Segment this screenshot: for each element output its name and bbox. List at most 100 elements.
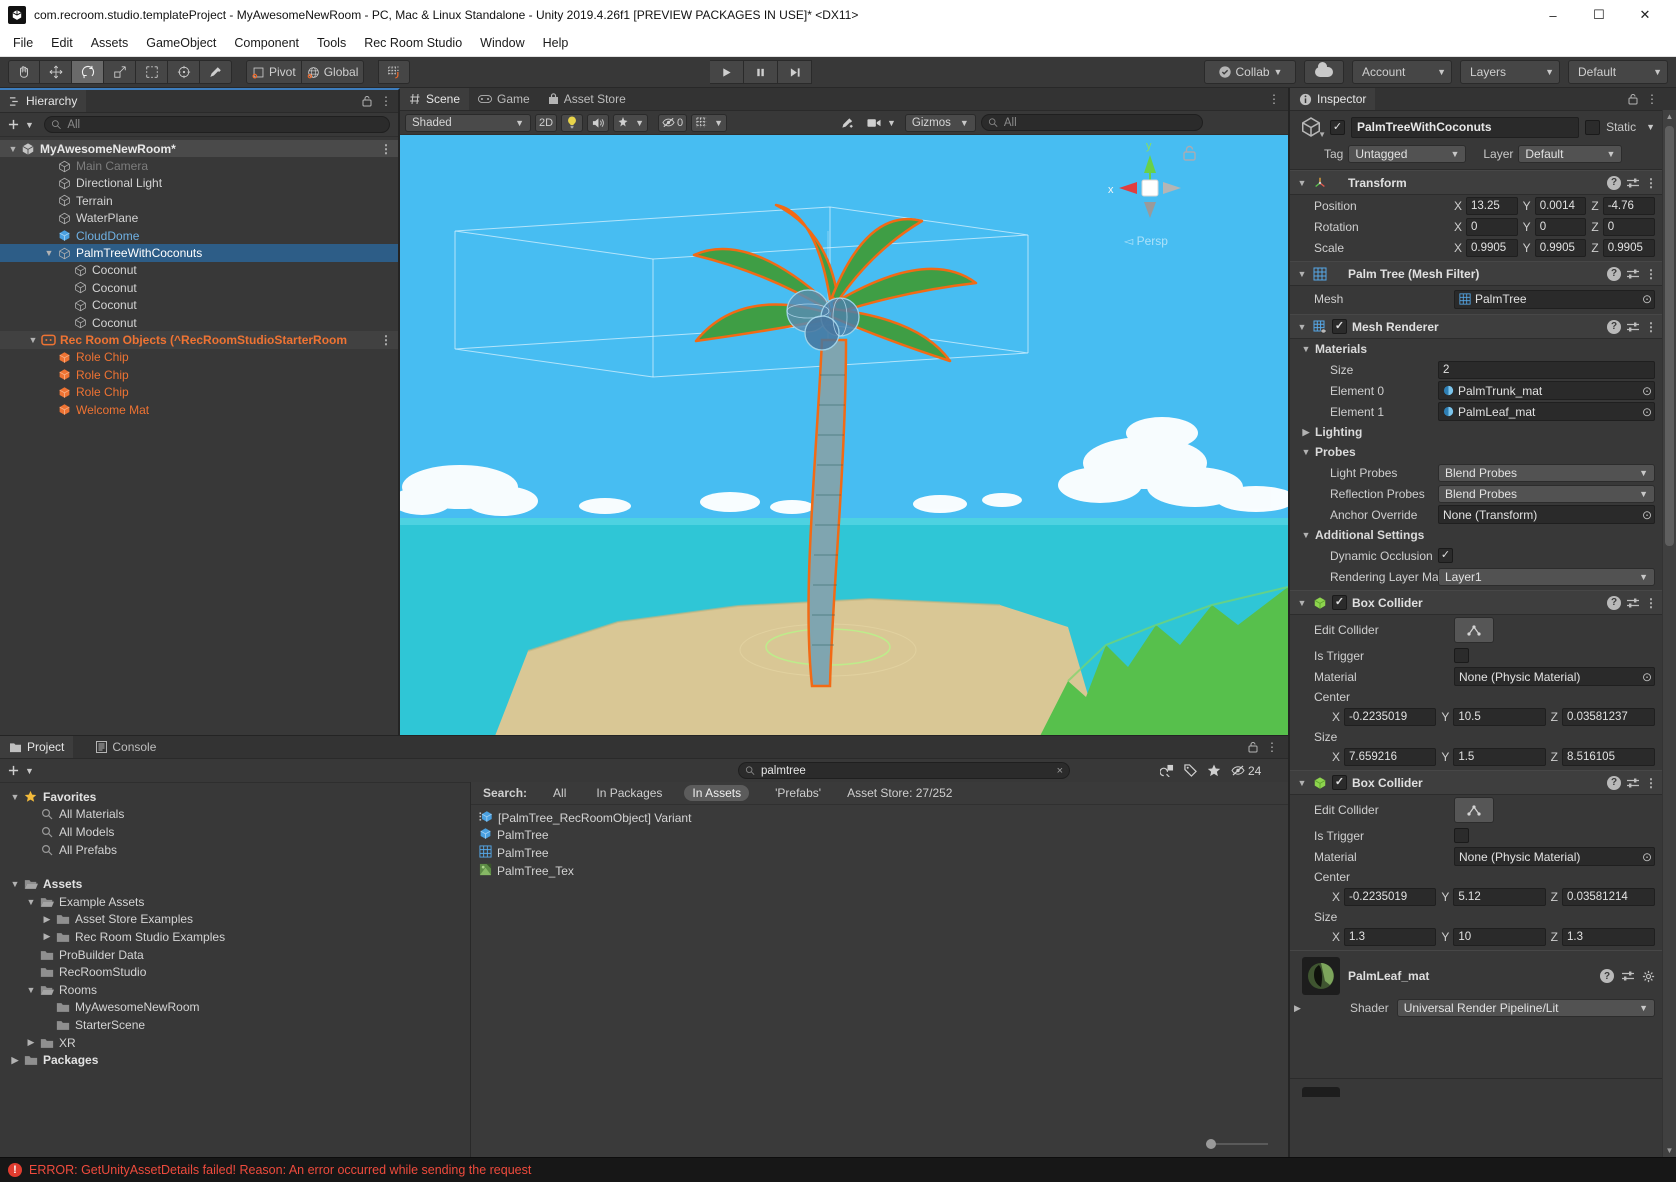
help-icon[interactable]: ? [1607, 176, 1621, 190]
light-probes-dropdown[interactable]: Blend Probes▼ [1438, 464, 1655, 482]
tag-dropdown[interactable]: Untagged▼ [1348, 145, 1466, 163]
lock-icon[interactable] [1628, 93, 1638, 105]
static-dropdown-icon[interactable]: ▼ [1646, 122, 1655, 132]
row-menu-icon[interactable]: ⋮ [380, 143, 392, 155]
panel-menu-icon[interactable]: ⋮ [1268, 93, 1280, 105]
panel-menu-icon[interactable]: ⋮ [380, 95, 392, 107]
project-folder-all-prefabs[interactable]: All Prefabs [0, 841, 470, 859]
inspector-scrollbar[interactable]: ▲ ▼ [1662, 110, 1676, 1157]
collider2-size-y-field[interactable]: 10 [1453, 928, 1545, 946]
collider1-size-x-field[interactable]: 7.659216 [1344, 748, 1436, 766]
fold-arrow[interactable]: ▼ [1296, 322, 1308, 332]
lighting-foldout[interactable]: ▶Lighting [1290, 422, 1663, 442]
2d-toggle-button[interactable]: 2D [535, 114, 557, 132]
is-trigger-checkbox[interactable] [1454, 828, 1469, 843]
probes-foldout[interactable]: ▼Probes [1290, 442, 1663, 462]
gear-icon[interactable] [1642, 970, 1655, 983]
hierarchy-search-box[interactable] [44, 116, 390, 133]
projection-mode-label[interactable]: ◅ Persp [1124, 234, 1168, 248]
search-by-type-icon[interactable] [1160, 764, 1174, 777]
expand-arrow[interactable]: ▶ [24, 1037, 38, 1048]
thumbnail-size-slider[interactable] [1206, 1139, 1268, 1149]
shading-mode-dropdown[interactable]: Shaded▼ [405, 114, 531, 132]
box-collider-enabled-checkbox[interactable]: ✓ [1332, 775, 1347, 790]
hierarchy-search-input[interactable] [65, 118, 383, 132]
element0-material-field[interactable]: PalmTrunk_mat ⊙ [1438, 381, 1655, 400]
mesh-filter-component-header[interactable]: ▼ Palm Tree (Mesh Filter) ? ⋮ [1290, 261, 1663, 286]
hierarchy-item-role-chip[interactable]: Role Chip [0, 349, 398, 366]
lighting-toggle-button[interactable] [561, 114, 583, 132]
shader-dropdown[interactable]: Universal Render Pipeline/Lit▼ [1397, 999, 1655, 1017]
grid-snapping-button[interactable] [378, 60, 410, 84]
project-folder-probuilder-data[interactable]: ProBuilder Data [0, 946, 470, 964]
collider1-size-z-field[interactable]: 8.516105 [1562, 748, 1655, 766]
preset-icon[interactable] [1626, 777, 1640, 789]
collider2-center-z-field[interactable]: 0.03581214 [1562, 888, 1655, 906]
cloud-button[interactable] [1304, 60, 1344, 84]
search-result-palmtree-tex[interactable]: PalmTree_Tex [471, 862, 1288, 880]
project-folder-myawesomenewroom[interactable]: MyAwesomeNewRoom [0, 999, 470, 1017]
hierarchy-item-terrain[interactable]: Terrain [0, 192, 398, 209]
transform-component-header[interactable]: ▼ Transform ? ⋮ [1290, 170, 1663, 195]
collider1-center-x-field[interactable]: -0.2235019 [1344, 708, 1436, 726]
expand-arrow[interactable]: ▼ [24, 985, 38, 995]
hierarchy-item-role-chip[interactable]: Role Chip [0, 366, 398, 383]
expand-arrow[interactable]: ▼ [24, 897, 38, 907]
rotation-z-field[interactable]: 0 [1603, 218, 1655, 236]
project-folder-all-materials[interactable]: All Materials [0, 806, 470, 824]
menu-edit[interactable]: Edit [42, 36, 82, 50]
dynamic-occlusion-checkbox[interactable]: ✓ [1438, 548, 1453, 563]
pivot-toggle-button[interactable]: Pivot [246, 60, 302, 84]
scene-viewport[interactable]: y x ◅ Persp [400, 135, 1288, 735]
layer-dropdown[interactable]: Default▼ [1518, 145, 1622, 163]
hierarchy-item-clouddome[interactable]: CloudDome [0, 227, 398, 244]
fold-arrow[interactable]: ▼ [1296, 178, 1308, 188]
saved-filter-pill[interactable]: 'Prefabs' [767, 785, 829, 801]
menu-file[interactable]: File [4, 36, 42, 50]
lock-icon[interactable] [1248, 741, 1258, 753]
collab-dropdown[interactable]: Collab▼ [1204, 60, 1296, 84]
lock-icon[interactable] [362, 95, 372, 107]
hidden-packages-button[interactable]: 24 [1231, 764, 1261, 778]
hand-tool-button[interactable] [8, 60, 40, 84]
collider1-center-z-field[interactable]: 0.03581237 [1562, 708, 1655, 726]
box-collider-2-header[interactable]: ▼ ✓ Box Collider ? ⋮ [1290, 770, 1663, 795]
help-icon[interactable]: ? [1607, 267, 1621, 281]
create-object-button[interactable]: ▼ [4, 116, 38, 134]
search-result-palmtree[interactable]: PalmTree [471, 844, 1288, 862]
menu-component[interactable]: Component [225, 36, 308, 50]
fold-arrow[interactable]: ▼ [1296, 778, 1308, 788]
expand-arrow[interactable]: ▼ [8, 879, 22, 889]
expand-arrow[interactable]: ▶ [40, 931, 54, 942]
material-preview-thumbnail[interactable] [1302, 957, 1340, 995]
component-menu-icon[interactable]: ⋮ [1645, 597, 1657, 609]
menu-help[interactable]: Help [534, 36, 578, 50]
scale-x-field[interactable]: 0.9905 [1466, 239, 1518, 257]
search-result-palmtree[interactable]: PalmTree [471, 827, 1288, 845]
help-icon[interactable]: ? [1607, 320, 1621, 334]
expand-arrow[interactable]: ▶ [8, 1055, 22, 1066]
scene-camera-dropdown[interactable]: ▼ [863, 114, 900, 132]
search-scope-in-packages[interactable]: In Packages [588, 785, 670, 801]
position-y-field[interactable]: 0.0014 [1535, 197, 1587, 215]
project-folder-example-assets[interactable]: ▼Example Assets [0, 893, 470, 911]
object-picker-icon[interactable]: ⊙ [1642, 384, 1652, 398]
expand-arrow[interactable]: ▼ [26, 335, 40, 345]
static-checkbox[interactable] [1585, 120, 1600, 135]
collider2-size-x-field[interactable]: 1.3 [1344, 928, 1436, 946]
collider1-center-y-field[interactable]: 10.5 [1453, 708, 1545, 726]
maximize-button[interactable]: ☐ [1576, 0, 1622, 30]
scale-y-field[interactable]: 0.9905 [1535, 239, 1587, 257]
expand-arrow[interactable]: ▼ [42, 248, 56, 258]
status-bar[interactable]: ! ERROR: GetUnityAssetDetails failed! Re… [0, 1157, 1676, 1182]
help-icon[interactable]: ? [1600, 969, 1614, 983]
collider-material-field[interactable]: None (Physic Material) ⊙ [1454, 847, 1655, 866]
hierarchy-item-directional-light[interactable]: Directional Light [0, 175, 398, 192]
collider2-center-x-field[interactable]: -0.2235019 [1344, 888, 1436, 906]
tab-game[interactable]: Game [469, 88, 539, 110]
close-button[interactable]: ✕ [1622, 0, 1668, 30]
hierarchy-item-coconut[interactable]: Coconut [0, 262, 398, 279]
object-picker-icon[interactable]: ⊙ [1642, 292, 1652, 306]
box-collider-enabled-checkbox[interactable]: ✓ [1332, 595, 1347, 610]
expand-arrow[interactable]: ▼ [6, 144, 20, 154]
